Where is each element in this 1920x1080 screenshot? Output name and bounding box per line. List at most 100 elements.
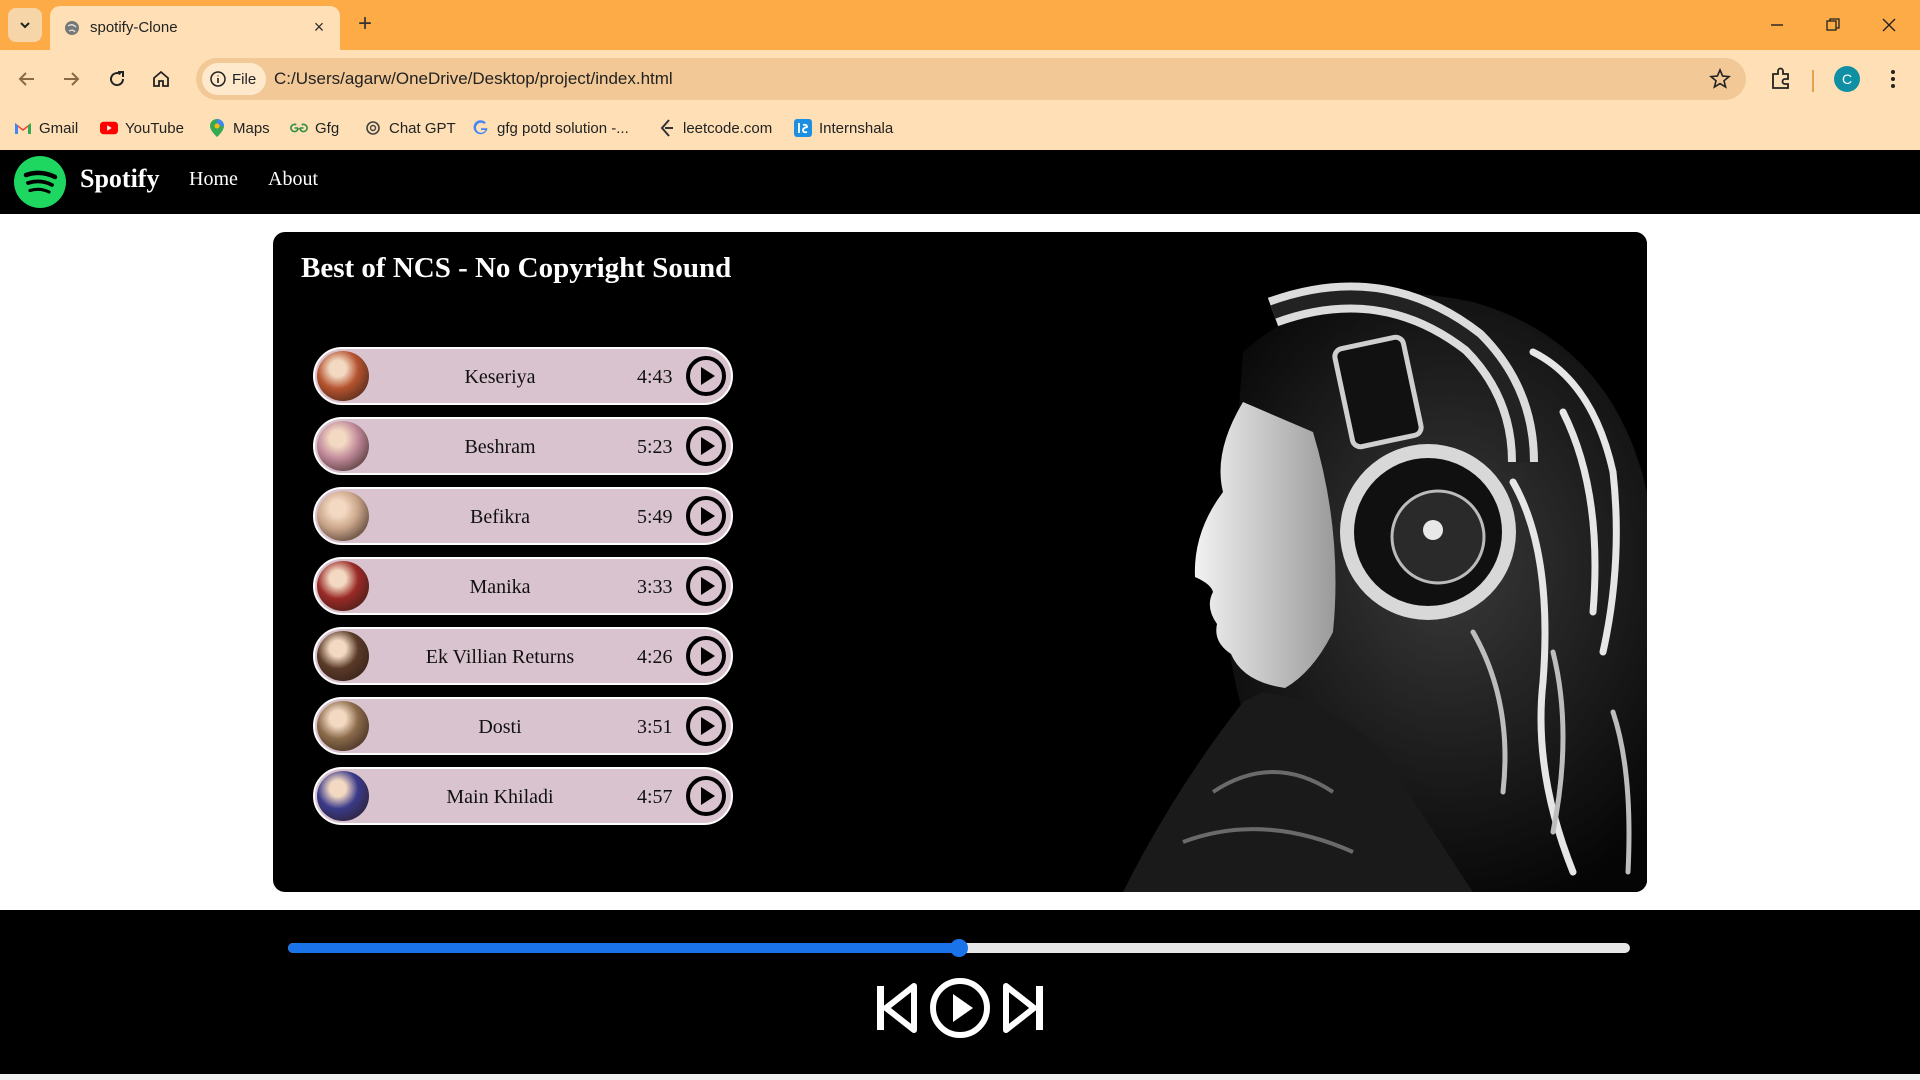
bookmark-gfg-potd[interactable]: gfg potd solution -... <box>472 119 629 137</box>
song-duration: 5:49 <box>637 506 673 528</box>
site-info-chip[interactable]: File <box>202 63 267 95</box>
globe-icon <box>65 21 79 35</box>
info-icon <box>210 71 226 87</box>
close-tab-icon[interactable]: × <box>310 18 328 36</box>
song-item[interactable]: Ek Villian Returns 4:26 <box>313 627 733 685</box>
gfg-icon <box>290 119 308 137</box>
browser-tab[interactable]: spotify-Clone × <box>50 6 340 50</box>
profile-avatar[interactable]: C <box>1834 66 1860 92</box>
extensions-icon[interactable] <box>1766 64 1796 94</box>
site-navbar: Spotify Home About <box>0 150 1920 214</box>
nav-link-about[interactable]: About <box>268 168 318 191</box>
browser-tab-bar: spotify-Clone × + <box>0 0 1920 50</box>
bookmark-label: leetcode.com <box>683 119 773 137</box>
youtube-icon <box>100 119 118 137</box>
browser-menu-button[interactable] <box>1878 64 1908 94</box>
song-duration: 3:33 <box>637 576 673 598</box>
bookmark-label: Gmail <box>39 119 79 137</box>
bookmark-chatgpt[interactable]: Chat GPT <box>364 119 456 137</box>
progress-slider[interactable] <box>288 938 1630 958</box>
bookmark-star-icon[interactable] <box>1708 67 1732 91</box>
play-circle-icon[interactable] <box>685 565 727 607</box>
tab-search-button[interactable] <box>8 8 42 42</box>
song-item[interactable]: Manika 3:33 <box>313 557 733 615</box>
song-item[interactable]: Keseriya 4:43 <box>313 347 733 405</box>
song-item[interactable]: Beshram 5:23 <box>313 417 733 475</box>
bookmark-label: Gfg <box>315 119 340 137</box>
brand-name: Spotify <box>80 164 160 193</box>
reload-icon <box>110 71 125 87</box>
play-circle-icon[interactable] <box>685 425 727 467</box>
bookmark-label: YouTube <box>125 119 184 137</box>
chevron-down-icon <box>20 22 30 29</box>
bookmark-leetcode[interactable]: leetcode.com <box>658 119 772 137</box>
reload-button[interactable] <box>102 64 132 94</box>
song-cover-image <box>317 631 369 681</box>
song-duration: 3:51 <box>637 716 673 738</box>
song-duration: 4:26 <box>637 646 673 668</box>
song-cover-image <box>317 421 369 471</box>
bookmark-maps[interactable]: Maps <box>208 119 270 137</box>
song-duration: 4:43 <box>637 366 673 388</box>
arrow-right-icon <box>64 72 80 86</box>
internshala-icon <box>794 119 812 137</box>
song-cover-image <box>317 771 369 821</box>
song-list: Keseriya 4:43 Beshram 5:23 Befikra 5:49 … <box>313 347 733 837</box>
chatgpt-icon <box>364 119 382 137</box>
play-circle-icon[interactable] <box>685 495 727 537</box>
bookmark-label: Internshala <box>819 119 894 137</box>
play-icon[interactable] <box>928 976 992 1040</box>
playlist-title: Best of NCS - No Copyright Sound <box>301 252 732 284</box>
play-circle-icon[interactable] <box>685 705 727 747</box>
previous-icon[interactable] <box>874 976 918 1040</box>
maps-icon <box>208 119 226 137</box>
browser-toolbar: File C:/Users/agarw/OneDrive/Desktop/pro… <box>0 50 1920 108</box>
home-button[interactable] <box>146 64 176 94</box>
song-duration: 4:57 <box>637 786 673 808</box>
song-cover-image <box>317 561 369 611</box>
close-window-button[interactable] <box>1874 10 1904 40</box>
spotify-logo-icon[interactable] <box>14 156 66 208</box>
song-name: Befikra <box>470 506 530 528</box>
restore-icon <box>1826 18 1840 31</box>
player-bar <box>0 910 1920 1074</box>
bookmark-label: Chat GPT <box>389 119 456 137</box>
arrow-left-icon <box>18 72 34 86</box>
bookmark-label: Maps <box>233 119 270 137</box>
minimize-icon <box>1771 24 1783 26</box>
more-vertical-icon <box>1891 70 1895 88</box>
song-name: Manika <box>469 576 531 598</box>
bookmark-gfg[interactable]: Gfg <box>290 119 339 137</box>
google-icon <box>472 119 490 137</box>
song-name: Dosti <box>478 716 522 738</box>
play-circle-icon[interactable] <box>685 775 727 817</box>
address-bar[interactable]: File C:/Users/agarw/OneDrive/Desktop/pro… <box>196 58 1746 100</box>
minimize-button[interactable] <box>1762 10 1792 40</box>
song-cover-image <box>317 491 369 541</box>
song-name: Main Khiladi <box>446 786 554 808</box>
bookmark-internshala[interactable]: Internshala <box>794 119 893 137</box>
toolbar-divider <box>1812 70 1814 92</box>
play-circle-icon[interactable] <box>685 635 727 677</box>
bookmark-youtube[interactable]: YouTube <box>100 119 184 137</box>
bookmarks-bar: Gmail YouTube Maps Gfg Chat GPT gfg potd… <box>0 108 1920 150</box>
gmail-icon <box>14 119 32 137</box>
playlist-panel: Best of NCS - No Copyright Sound Keseriy… <box>273 232 1647 892</box>
back-button[interactable] <box>12 64 42 94</box>
song-item[interactable]: Dosti 3:51 <box>313 697 733 755</box>
close-icon <box>1882 18 1896 32</box>
bookmark-gmail[interactable]: Gmail <box>14 119 78 137</box>
nav-link-home[interactable]: Home <box>189 168 238 191</box>
forward-button[interactable] <box>56 64 86 94</box>
next-icon[interactable] <box>1002 976 1046 1040</box>
play-circle-icon[interactable] <box>685 355 727 397</box>
song-item[interactable]: Main Khiladi 4:57 <box>313 767 733 825</box>
song-name: Beshram <box>464 436 536 458</box>
leetcode-icon <box>658 119 676 137</box>
site-info-label: File <box>232 70 257 88</box>
new-tab-button[interactable]: + <box>352 12 378 38</box>
page-bottom-edge <box>0 1074 1920 1080</box>
restore-button[interactable] <box>1818 10 1848 40</box>
home-icon <box>153 70 169 87</box>
song-item[interactable]: Befikra 5:49 <box>313 487 733 545</box>
